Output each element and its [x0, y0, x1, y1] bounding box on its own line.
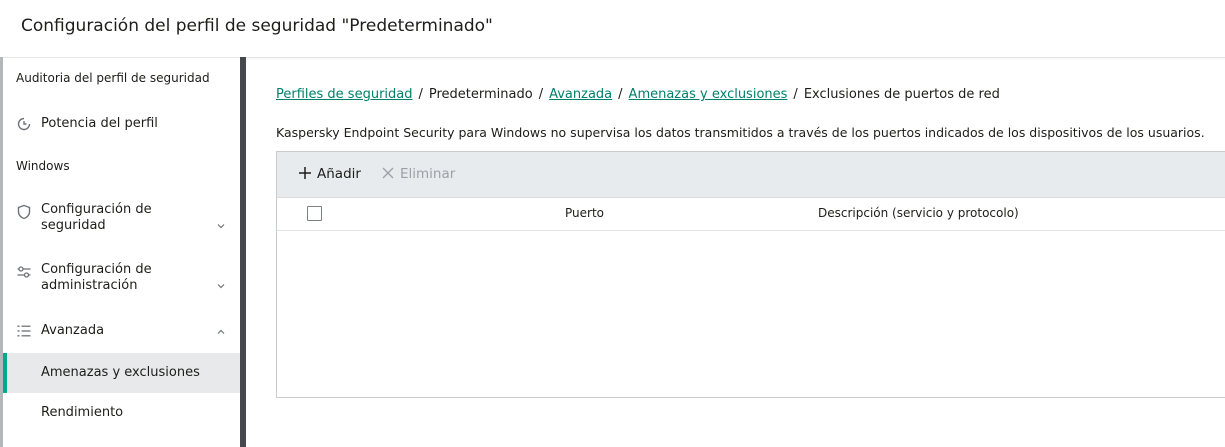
breadcrumb-separator: / [538, 87, 544, 102]
column-header-description[interactable]: Descripción (servicio y protocolo) [818, 206, 1019, 220]
page-description: Kaspersky Endpoint Security para Windows… [276, 125, 1205, 140]
sidebar-section-windows[interactable]: Windows [16, 159, 70, 173]
breadcrumb: Perfiles de seguridad / Predeterminado / Ava… [276, 87, 1000, 102]
page-header: Configuración del perfil de seguridad "P… [0, 0, 1225, 58]
page-title: Configuración del perfil de seguridad "P… [21, 16, 493, 36]
breadcrumb-current: Exclusiones de puertos de red [803, 87, 1000, 102]
delete-button[interactable]: Eliminar [381, 165, 455, 183]
sidebar-item-label-line2: seguridad [41, 218, 106, 233]
table-toolbar: Añadir Eliminar [277, 152, 1225, 198]
sidebar-item-label-line1: Configuración de [41, 262, 152, 277]
exclusions-table: Añadir Eliminar Puerto Descripción (serv… [276, 151, 1225, 398]
table-header: Puerto Descripción (servicio y protocolo… [277, 198, 1225, 231]
sidebar-item-profile-strength[interactable]: Potencia del perfil [3, 114, 241, 134]
chevron-down-icon [217, 224, 225, 229]
sidebar-item-label: Potencia del perfil [41, 116, 158, 131]
breadcrumb-separator: / [418, 87, 423, 102]
breadcrumb-link-profiles[interactable]: Perfiles de seguridad [276, 87, 413, 102]
list-icon [17, 325, 31, 337]
sidebar-item-threats-exclusions[interactable]: Amenazas y exclusiones [3, 353, 241, 393]
add-button-label: Añadir [317, 166, 361, 182]
sidebar-item-label: Amenazas y exclusiones [41, 365, 200, 380]
breadcrumb-link-threats[interactable]: Amenazas y exclusiones [629, 87, 788, 102]
x-icon [382, 167, 394, 179]
profile-strength-icon [17, 117, 31, 131]
sidebar-item-label: Avanzada [41, 323, 105, 338]
sidebar-item-label-line2: administración [41, 278, 138, 293]
app-window: Configuración del perfil de seguridad "P… [0, 0, 1225, 447]
sidebar-section-audit[interactable]: Auditoria del perfil de seguridad [16, 71, 210, 85]
chevron-down-icon [217, 284, 225, 289]
sidebar-item-label: Rendimiento [41, 405, 124, 420]
breadcrumb-default: Predeterminado [428, 87, 533, 102]
sidebar-item-performance[interactable]: Rendimiento [3, 393, 241, 433]
sidebar-item-security-config[interactable]: Configuración de seguridad [3, 202, 241, 236]
delete-button-label: Eliminar [400, 166, 456, 182]
plus-icon [299, 167, 311, 179]
sidebar-item-label-line1: Configuración de [41, 202, 152, 217]
sidebar-item-admin-config[interactable]: Configuración de administración [3, 262, 241, 296]
breadcrumb-link-advanced[interactable]: Avanzada [549, 87, 612, 102]
breadcrumb-separator: / [618, 87, 623, 102]
breadcrumb-separator: / [793, 87, 798, 102]
sidebar: Auditoria del perfil de seguridad Potenc… [3, 58, 241, 447]
shield-icon [17, 204, 31, 220]
chevron-up-icon [217, 329, 225, 334]
select-all-checkbox[interactable] [307, 206, 322, 221]
sidebar-item-advanced[interactable]: Avanzada [3, 322, 241, 342]
add-button[interactable]: Añadir [298, 165, 361, 183]
sliders-icon [17, 266, 31, 278]
column-header-port[interactable]: Puerto [565, 206, 604, 220]
main-content: Perfiles de seguridad / Predeterminado / Ava… [246, 58, 1225, 447]
